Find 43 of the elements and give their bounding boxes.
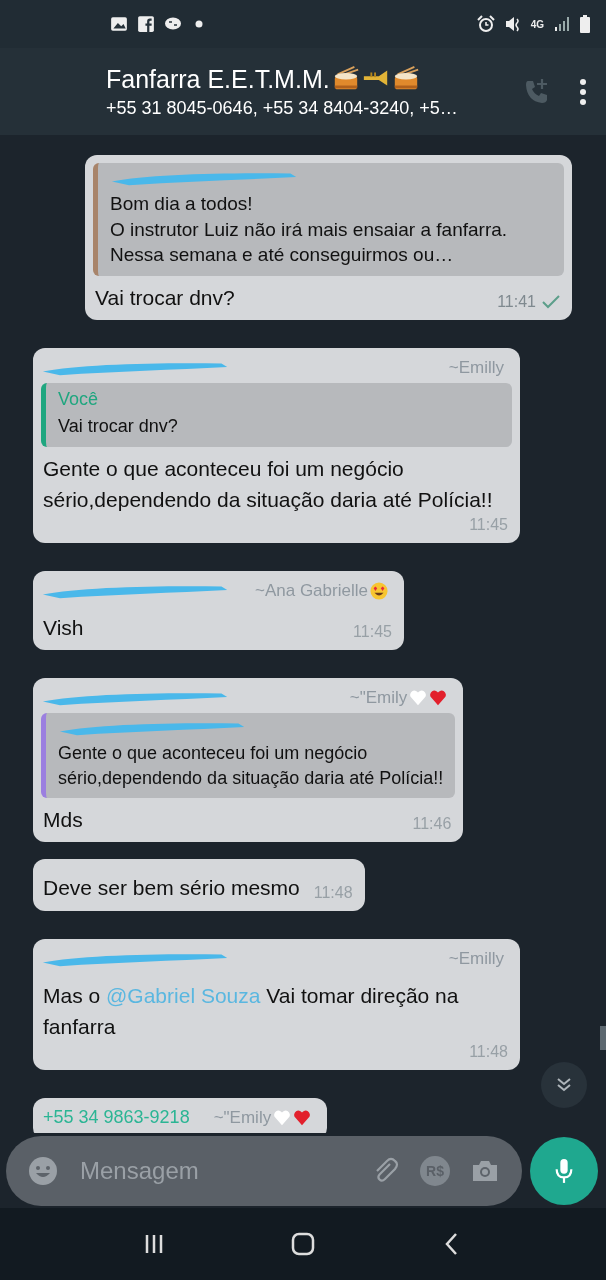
message-time: 11:45 [469, 515, 508, 534]
incoming-message[interactable]: ~Emilly Você Vai trocar dnv? Gente o que aconteceu foi um negócio sério,dependendo da situação daria até Polícia!! 11:45 [33, 348, 520, 543]
alarm-icon [476, 15, 495, 33]
sender-name: ~"Emily [213, 1107, 272, 1128]
quoted-text: Bom dia a todos! O instrutor Luiz não irá mais ensaiar a fanfarra. Nessa semana e até conseguirmos ou… [110, 192, 509, 268]
quoted-message[interactable]: Você Vai trocar dnv? [41, 383, 512, 447]
microphone-icon [553, 1156, 575, 1185]
quoted-message[interactable]: Gente o que aconteceu foi um negócio sério,dependendo da situação daria até Polícia!! [41, 713, 456, 798]
battery-icon [580, 15, 590, 33]
group-members: +55 31 8045-0646, +55 34 8404-3240, +5… [106, 97, 459, 119]
message-time: 11:48 [469, 1042, 508, 1061]
sender-number: +55 34 9863-9218 [43, 1107, 190, 1129]
quoted-text: Gente o que aconteceu foi um negócio sério,dependendo da situação daria até Polícia!! [58, 742, 444, 790]
message-time: 11:46 [412, 815, 452, 834]
home-icon[interactable] [291, 1232, 315, 1256]
quoted-author: Você [58, 389, 100, 411]
message-time: 11:48 [313, 883, 353, 902]
sender-name: ~Emilly [448, 358, 504, 379]
scrollbar-thumb[interactable] [600, 1026, 606, 1050]
message-time: 11:45 [353, 623, 392, 642]
mute-icon [503, 15, 522, 33]
incoming-message[interactable]: ~Emilly Mas o @Gabriel Souza Vai tomar direção na fanfarra 11:48 [33, 938, 520, 1070]
scroll-down-button[interactable] [541, 1062, 587, 1108]
incoming-message[interactable]: Deve ser bem sério mesmo 11:48 [33, 859, 365, 911]
sender-name: ~"Emily [349, 688, 408, 709]
message-text: Vish [43, 614, 85, 641]
incoming-message[interactable]: ~"Emily Gente o que aconteceu foi um negócio sério,dependendo da situação daria até Polícia!! Mds 11:46 [33, 678, 464, 843]
quoted-message[interactable]: Bom dia a todos! O instrutor Luiz não irá mais ensaiar a fanfarra. Nessa semana e até conseguirmos ou… [93, 163, 564, 276]
message-text: Mas o @Gabriel Souza Vai tomar direção na fanfarra [43, 982, 460, 1041]
signal-icon [553, 15, 571, 33]
message-text: Deve ser bem sério mesmo [43, 875, 300, 902]
group-title[interactable]: Fanfarra E.E.T.M.M. [106, 64, 330, 94]
sender-name: ~Emilly [448, 948, 504, 969]
message-time: 11:41 [497, 293, 536, 312]
outgoing-message[interactable]: Bom dia a todos! O instrutor Luiz não irá mais ensaiar a fanfarra. Nessa semana e até conseguirmos ou… Vai trocar dnv? 11:41 [85, 155, 572, 321]
message-text: Vai trocar dnv? [95, 284, 236, 311]
message-text: Gente o que aconteceu foi um negócio sério,dependendo da situação daria até Polícia!! [43, 455, 494, 514]
more-options-icon[interactable] [578, 76, 588, 107]
incoming-message[interactable]: ~Ana Gabrielle Vish 11:45 [33, 570, 404, 651]
network-type-label: 4G [530, 18, 544, 30]
quoted-text: Vai trocar dnv? [58, 415, 179, 439]
sender-name: ~Ana Gabrielle [255, 580, 368, 601]
message-text: Mds [43, 806, 84, 833]
